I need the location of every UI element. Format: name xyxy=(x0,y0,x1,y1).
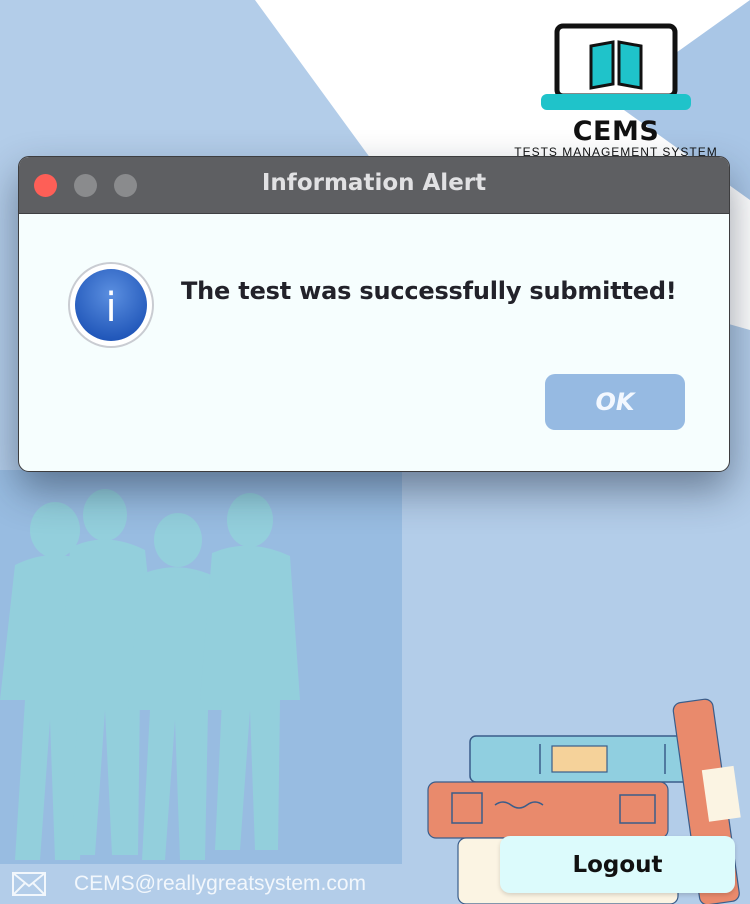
svg-text:i: i xyxy=(105,285,116,331)
logo-title: CEMS xyxy=(572,116,660,147)
app-logo: CEMS TESTS MANAGEMENT SYSTEM xyxy=(496,22,736,159)
logout-button[interactable]: Logout xyxy=(500,836,735,893)
dialog-title: Information Alert xyxy=(261,170,487,196)
ok-button[interactable]: OK xyxy=(545,374,685,430)
info-icon: i xyxy=(68,262,154,348)
dialog-titlebar[interactable]: Information Alert xyxy=(19,157,729,214)
information-alert-dialog: Information Alert i The test was success… xyxy=(18,156,730,472)
laptop-book-icon xyxy=(541,23,691,110)
mail-icon xyxy=(12,872,46,896)
alert-message: The test was successfully submitted! xyxy=(181,277,677,305)
footer-email: CEMS@reallygreatsystem.com xyxy=(0,864,400,904)
email-text: CEMS@reallygreatsystem.com xyxy=(74,872,367,895)
